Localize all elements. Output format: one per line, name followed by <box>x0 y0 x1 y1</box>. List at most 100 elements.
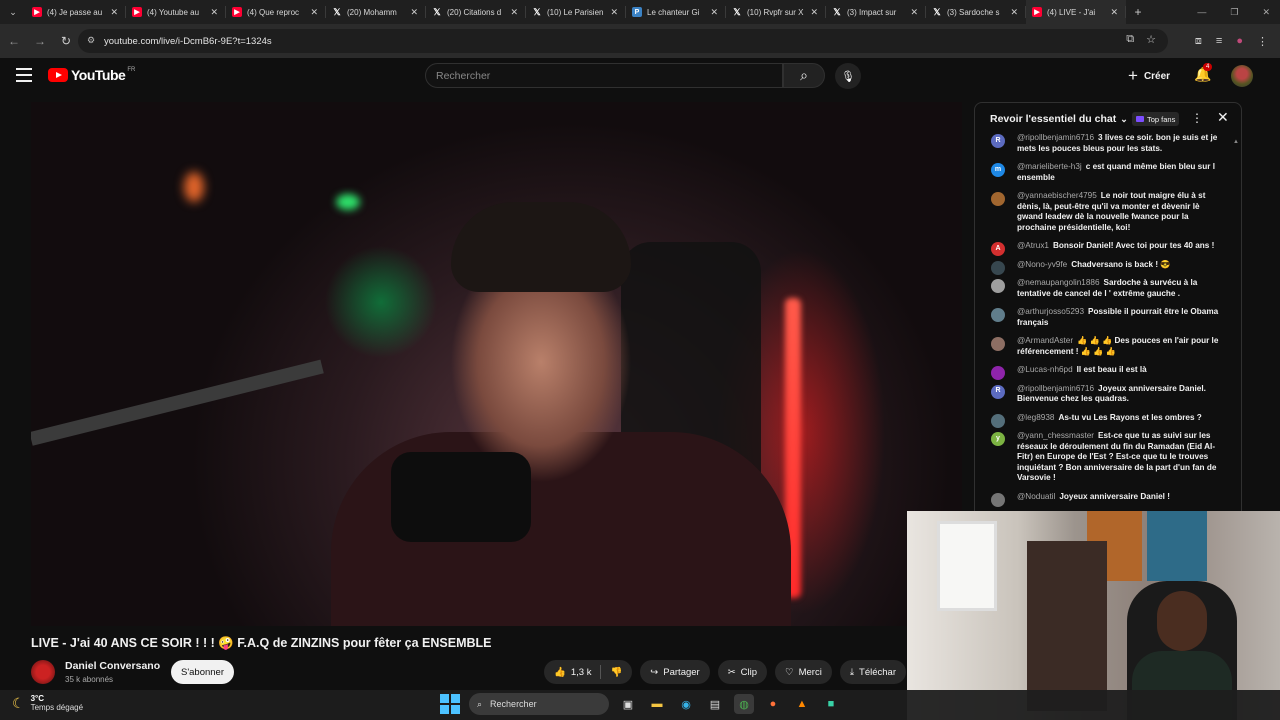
window-controls: — ❐ ✕ <box>1197 0 1270 24</box>
tab-search-chevron-icon[interactable]: ⌄ <box>0 0 26 24</box>
clip-button[interactable]: ✂ Clip <box>717 660 768 684</box>
guide-menu-icon[interactable] <box>16 68 32 82</box>
browser-tab[interactable]: 𝕏 (3) Sardoche s ✕ <box>926 0 1026 24</box>
browser-tab[interactable]: 𝕏 (10) Rvpfr sur X ✕ <box>726 0 826 24</box>
address-bar[interactable]: ⚙ youtube.com/live/i-DcmB6r-9E?t=1324s ⧉… <box>78 29 1168 53</box>
reload-icon[interactable]: ↻ <box>54 34 78 48</box>
browser-tab[interactable]: P Le chanteur Gi ✕ <box>626 0 726 24</box>
chat-author-avatar[interactable]: R <box>991 384 1005 399</box>
tab-close-icon[interactable]: ✕ <box>210 7 218 18</box>
chat-author-name[interactable]: @Atrux1 <box>1017 241 1049 250</box>
task-view-icon[interactable]: ▣ <box>618 694 638 714</box>
restore-icon[interactable]: ❐ <box>1230 7 1238 18</box>
vlc-icon[interactable]: ▲ <box>792 694 812 714</box>
chat-author-name[interactable]: @arthurjosso5293 <box>1017 307 1084 316</box>
chat-author-avatar[interactable]: A <box>991 242 1005 256</box>
chat-author-avatar[interactable] <box>991 413 1005 428</box>
chat-author-name[interactable]: @yannaebischer4795 <box>1017 191 1097 200</box>
chat-author-avatar[interactable] <box>991 337 1005 351</box>
tab-close-icon[interactable]: ✕ <box>1110 7 1118 18</box>
chat-author-name[interactable]: @yann_chessmaster <box>1017 431 1094 440</box>
taskbar-search-label: Rechercher <box>490 699 537 709</box>
edge-icon[interactable]: ◉ <box>676 694 696 714</box>
chat-author-name[interactable]: @marieliberte-h3j <box>1017 162 1082 171</box>
tab-close-icon[interactable]: ✕ <box>1010 7 1018 18</box>
browser-tab[interactable]: ▶ (4) Je passe au ✕ <box>26 0 126 24</box>
profile-icon[interactable]: ● <box>1236 35 1243 47</box>
browser-tab[interactable]: ▶ (4) Youtube au ✕ <box>126 0 226 24</box>
account-avatar[interactable] <box>1231 65 1253 87</box>
download-button[interactable]: ⤓ Téléchar <box>839 660 906 684</box>
browser-tab[interactable]: 𝕏 (20) Citations d ✕ <box>426 0 526 24</box>
notifications-bell-icon[interactable]: 🔔 4 <box>1194 63 1213 83</box>
video-player[interactable] <box>31 102 962 626</box>
extensions-icon[interactable]: ⧈ <box>1195 35 1202 48</box>
share-button[interactable]: ↪ Partager <box>640 660 710 684</box>
chat-author-avatar[interactable] <box>991 279 1005 293</box>
weather-widget[interactable]: ☾ 3°C Temps dégagé <box>12 694 83 712</box>
channel-avatar[interactable] <box>31 660 55 684</box>
chat-author-avatar[interactable] <box>991 366 1005 380</box>
tab-close-icon[interactable]: ✕ <box>310 7 318 18</box>
chat-author-name[interactable]: @Lucas-nh6pd <box>1017 365 1073 374</box>
tab-groups-icon[interactable]: ≡ <box>1216 35 1222 47</box>
top-fans-badge[interactable]: Top fans <box>1132 112 1180 126</box>
tab-close-icon[interactable]: ✕ <box>810 7 818 18</box>
chat-author-name[interactable]: @ripollbenjamin6716 <box>1017 133 1094 142</box>
voice-search-icon[interactable]: 🎙 <box>835 63 861 89</box>
browser-tab[interactable]: 𝕏 (10) Le Parisien ✕ <box>526 0 626 24</box>
chat-author-name[interactable]: @leg8938 <box>1017 413 1054 422</box>
taskbar-search[interactable]: ⌕ Rechercher <box>469 693 609 715</box>
chrome-icon[interactable]: ◍ <box>734 694 754 714</box>
tab-close-icon[interactable]: ✕ <box>710 7 718 18</box>
chat-author-avatar[interactable]: y <box>991 432 1005 446</box>
chat-close-icon[interactable]: ✕ <box>1217 109 1229 126</box>
channel-name[interactable]: Daniel Conversano <box>65 660 160 672</box>
tab-close-icon[interactable]: ✕ <box>410 7 418 18</box>
bookmark-star-icon[interactable]: ☆ <box>1146 33 1156 46</box>
site-info-icon[interactable]: ⚙ <box>87 35 95 46</box>
browser-menu-icon[interactable]: ⋮ <box>1257 35 1268 48</box>
search-input[interactable]: Rechercher <box>425 63 783 88</box>
youtube-logo[interactable]: YouTube FR <box>48 67 135 83</box>
file-explorer-icon[interactable]: ▬ <box>647 694 667 714</box>
subscribe-button[interactable]: S'abonner <box>171 660 234 684</box>
tab-close-icon[interactable]: ✕ <box>610 7 618 18</box>
x-icon: 𝕏 <box>833 6 841 17</box>
chat-author-avatar[interactable]: m <box>991 163 1005 177</box>
browser-tab[interactable]: ▶ (4) Que reproc ✕ <box>226 0 326 24</box>
chat-author-avatar[interactable]: R <box>991 134 1005 148</box>
store-icon[interactable]: ▤ <box>705 694 725 714</box>
chat-author-name[interactable]: @ripollbenjamin6716 <box>1017 384 1094 393</box>
tab-close-icon[interactable]: ✕ <box>910 7 918 18</box>
windows-start-icon[interactable] <box>440 694 460 714</box>
browser-tab[interactable]: 𝕏 (20) Mohamm ✕ <box>326 0 426 24</box>
thanks-button[interactable]: ♡ Merci <box>775 660 832 684</box>
firefox-icon[interactable]: ● <box>763 694 783 714</box>
chat-author-avatar[interactable] <box>991 492 1005 507</box>
chat-author-avatar[interactable] <box>991 192 1005 206</box>
chat-author-avatar[interactable] <box>991 308 1005 322</box>
like-button[interactable]: 👍 1,3 k 👎 <box>544 660 633 684</box>
new-tab-button[interactable]: + <box>1126 5 1150 19</box>
thumb-down-icon[interactable]: 👎 <box>610 667 622 678</box>
tab-close-icon[interactable]: ✕ <box>110 7 118 18</box>
browser-tab[interactable]: ▶ (4) LIVE - J'ai ✕ <box>1026 0 1126 24</box>
chat-author-name[interactable]: @ArmandAster <box>1017 336 1073 345</box>
create-button[interactable]: + Créer <box>1128 65 1170 87</box>
back-icon[interactable]: ← <box>2 34 26 48</box>
chat-author-name[interactable]: @Noduatil <box>1017 492 1055 501</box>
chat-options-icon[interactable]: ⋮ <box>1191 111 1203 125</box>
search-button[interactable]: ⌕ <box>783 63 825 88</box>
chat-author-avatar[interactable] <box>991 260 1005 275</box>
forward-icon[interactable]: → <box>28 34 52 48</box>
chat-author-name[interactable]: @Nono-yv9fe <box>1017 260 1067 269</box>
tab-close-icon[interactable]: ✕ <box>510 7 518 18</box>
app-icon[interactable]: ■ <box>821 694 841 714</box>
webcam-bookshelf <box>1027 541 1107 711</box>
minimize-icon[interactable]: — <box>1197 7 1206 17</box>
cast-icon[interactable]: ⧉ <box>1126 33 1134 46</box>
chat-author-name[interactable]: @nemaupangolin1886 <box>1017 278 1100 287</box>
close-window-icon[interactable]: ✕ <box>1262 7 1270 18</box>
browser-tab[interactable]: 𝕏 (3) Impact sur ✕ <box>826 0 926 24</box>
